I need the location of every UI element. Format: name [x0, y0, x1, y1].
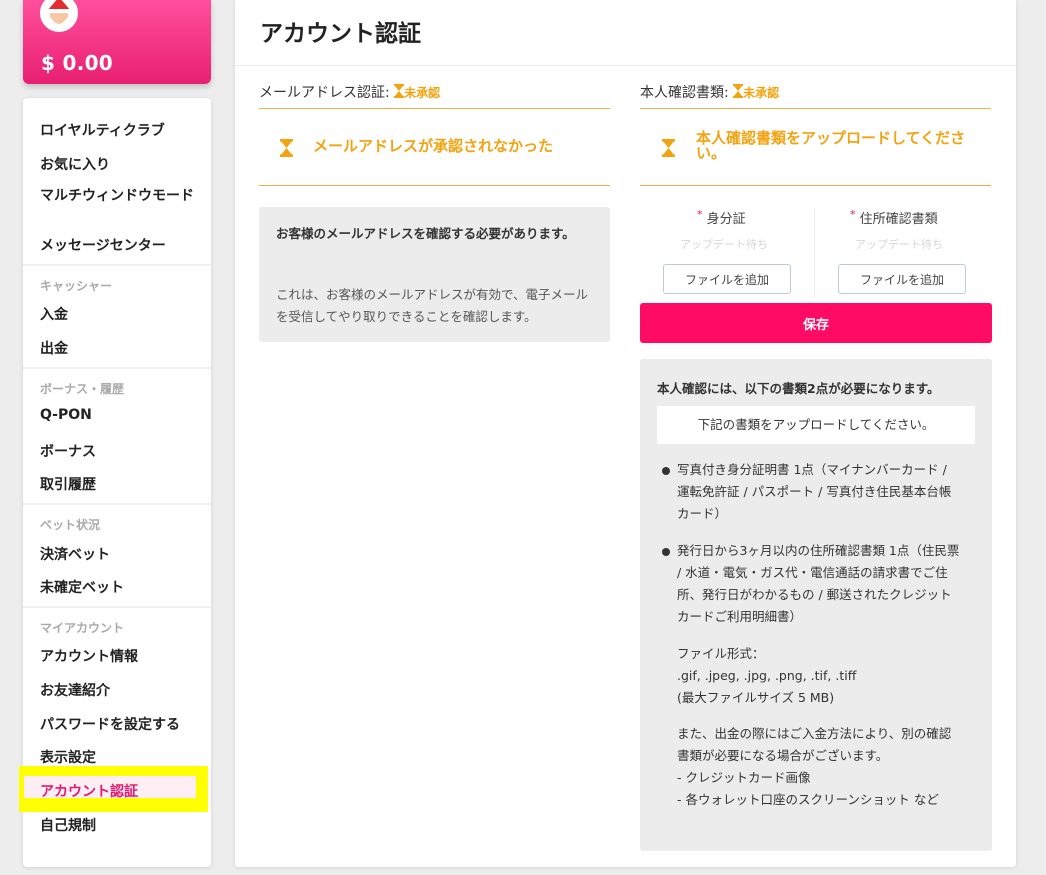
requirements-title: 本人確認には、以下の書類2点が必要になります。 — [657, 381, 940, 396]
additional-docs-item: - 各ウォレット口座のスクリーンショット など — [677, 792, 939, 807]
email-warning: メールアドレスが承認されなかった — [280, 139, 553, 161]
email-info-text: これは、お客様のメールアドレスが有効で、電子メールを受信してやり取りできることを… — [276, 287, 589, 324]
email-warning-text: メールアドレスが承認されなかった — [313, 137, 554, 155]
bullet — [662, 467, 670, 475]
additional-docs-note: また、出金の際にはご入金方法により、別の確認書類が必要になる場合がございます。 — [677, 726, 952, 763]
hourglass-icon — [394, 84, 405, 102]
id-document-label: * 身分証 — [697, 208, 746, 227]
requirements-box: 本人確認には、以下の書類2点が必要になります。 下記の書類をアップロードしてくだ… — [640, 359, 992, 851]
sidebar-item-set-password[interactable]: パスワードを設定する — [40, 714, 180, 734]
sidebar-menu: ロイヤルティクラブ お気に入り マルチウィンドウモード メッセージセンター キャ… — [19, 98, 211, 867]
sidebar-item-transactions[interactable]: 取引履歴 — [40, 474, 96, 494]
file-formats: .gif, .jpeg, .jpg, .png, .tif, .tiff — [677, 668, 857, 683]
page-title: アカウント認証 — [260, 21, 421, 47]
hourglass-icon — [662, 139, 675, 161]
balance-card: $ 0.00 — [23, 0, 211, 84]
email-info-box: お客様のメールアドレスを確認する必要があります。 これは、お客様のメールアドレス… — [259, 207, 610, 342]
section-title-bet-status: ベット状況 — [40, 518, 101, 532]
requirement-item-photo-id: 写真付き身分証明書 1点（マイナンバーカード / 運転免許証 / パスポート /… — [677, 462, 952, 521]
sidebar-item-qpon[interactable]: Q-PON — [40, 407, 92, 423]
address-document-label: * 住所確認書類 — [850, 208, 938, 227]
requirement-item-address-proof: 発行日から3ヶ月以内の住所確認書類 1点（住民票 / 水道・電気・ガス代・電信通… — [677, 543, 960, 624]
sidebar-item-multi-window[interactable]: マルチウィンドウモード — [40, 189, 200, 203]
doc-warning-text: 本人確認書類をアップロードしてください。 — [696, 129, 966, 162]
address-add-file-button[interactable]: ファイルを追加 — [838, 264, 966, 294]
bullet — [662, 548, 670, 556]
id-add-file-button[interactable]: ファイルを追加 — [663, 264, 791, 294]
address-document-status: アップデート待ち — [855, 238, 943, 251]
sidebar-item-loyalty-club[interactable]: ロイヤルティクラブ — [40, 120, 165, 140]
sidebar-item-account-info[interactable]: アカウント情報 — [40, 646, 138, 666]
email-verification-heading: メールアドレス認証: 未承認 — [259, 84, 441, 102]
doc-status-badge: 未承認 — [743, 86, 780, 100]
section-title-bonus-history: ボーナス・履歴 — [40, 382, 125, 396]
sidebar-item-bonus[interactable]: ボーナス — [40, 441, 96, 461]
doc-warning: 本人確認書類をアップロードしてください。 — [662, 131, 971, 161]
doc-verification-heading: 本人確認書類: 未承認 — [640, 84, 780, 102]
avatar[interactable] — [40, 0, 78, 32]
save-button[interactable]: 保存 — [640, 303, 992, 343]
sidebar-item-refer-friend[interactable]: お友達紹介 — [40, 680, 110, 700]
additional-docs-item: - クレジットカード画像 — [677, 770, 811, 785]
sidebar-item-message-center[interactable]: メッセージセンター — [40, 235, 166, 255]
section-title-cashier: キャッシャー — [40, 279, 113, 293]
sidebar-item-withdraw[interactable]: 出金 — [40, 338, 68, 358]
hourglass-icon — [733, 84, 744, 102]
sidebar-item-self-exclusion[interactable]: 自己規制 — [40, 815, 96, 835]
id-document-status: アップデート待ち — [680, 238, 768, 251]
sidebar-item-settled-bets[interactable]: 決済ベット — [40, 544, 110, 564]
sidebar-item-display-settings[interactable]: 表示設定 — [40, 747, 96, 767]
email-status-badge: 未承認 — [404, 86, 441, 100]
sidebar-item-open-bets[interactable]: 未確定ベット — [40, 577, 124, 597]
email-info-bold: お客様のメールアドレスを確認する必要があります。 — [276, 226, 575, 241]
sidebar-item-account-verification[interactable]: アカウント認証 — [40, 781, 138, 801]
hourglass-icon — [280, 139, 293, 161]
section-title-my-account: マイアカウント — [40, 621, 125, 635]
max-file-size: (最大ファイルサイズ 5 MB) — [677, 690, 835, 705]
sidebar-item-deposit[interactable]: 入金 — [40, 304, 68, 324]
balance-amount: $ 0.00 — [41, 51, 114, 75]
requirements-note: 下記の書類をアップロードしてください。 — [657, 406, 975, 444]
file-formats-label: ファイル形式： — [677, 646, 765, 661]
sidebar-item-favorites[interactable]: お気に入り — [40, 154, 110, 174]
